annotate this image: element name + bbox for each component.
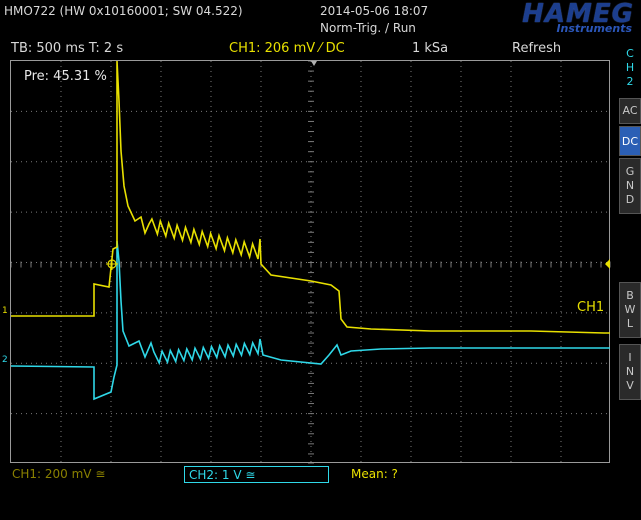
trigger-position-marker [311,61,317,66]
ch2-scale-readout[interactable]: CH2: 1 V ≅ [184,466,329,483]
trigger-mode-readout: Norm-Trig. / Run [320,21,416,35]
sample-rate-readout: 1 kSa [412,41,449,56]
side-channel-label: C H 2 [619,47,641,95]
coupling-dc-button[interactable]: DC [619,126,641,156]
invert-button[interactable]: I N V [619,344,641,400]
ch1-waveform [11,61,610,334]
hameg-logo: HAMEG Instruments [452,0,638,37]
ch1-ground-marker: 1 [2,306,8,316]
ch2-ground-marker: 2 [2,355,8,365]
timebase-readout[interactable]: TB: 500 ms T: 2 s [11,42,123,56]
ch1-trigger-readout[interactable]: CH1: 206 mV ⁄ DC [229,42,345,56]
logo-sub: Instruments [556,22,632,35]
waveform-display[interactable]: Pre: 45.31 % CH1 [10,60,611,464]
ch1-scale-readout[interactable]: CH1: 200 mV ≅ [12,466,105,483]
ch1-trace-label: CH1 [577,300,605,315]
mean-measurement-readout: Mean: ? [351,467,398,481]
window-title: HMO722 (HW 0x10160001; SW 04.522) [4,4,243,18]
waveform-traces [11,61,610,401]
pretrigger-readout: Pre: 45.31 % [24,69,107,84]
coupling-gnd-button[interactable]: G N D [619,158,641,214]
datetime-readout: 2014-05-06 18:07 [320,4,429,18]
ch2-waveform [11,240,610,401]
coupling-ac-button[interactable]: AC [619,98,641,124]
trigger-level-marker [605,259,610,269]
bandwidth-limit-button[interactable]: B W L [619,282,641,338]
refresh-mode-readout: Refresh [512,41,562,56]
